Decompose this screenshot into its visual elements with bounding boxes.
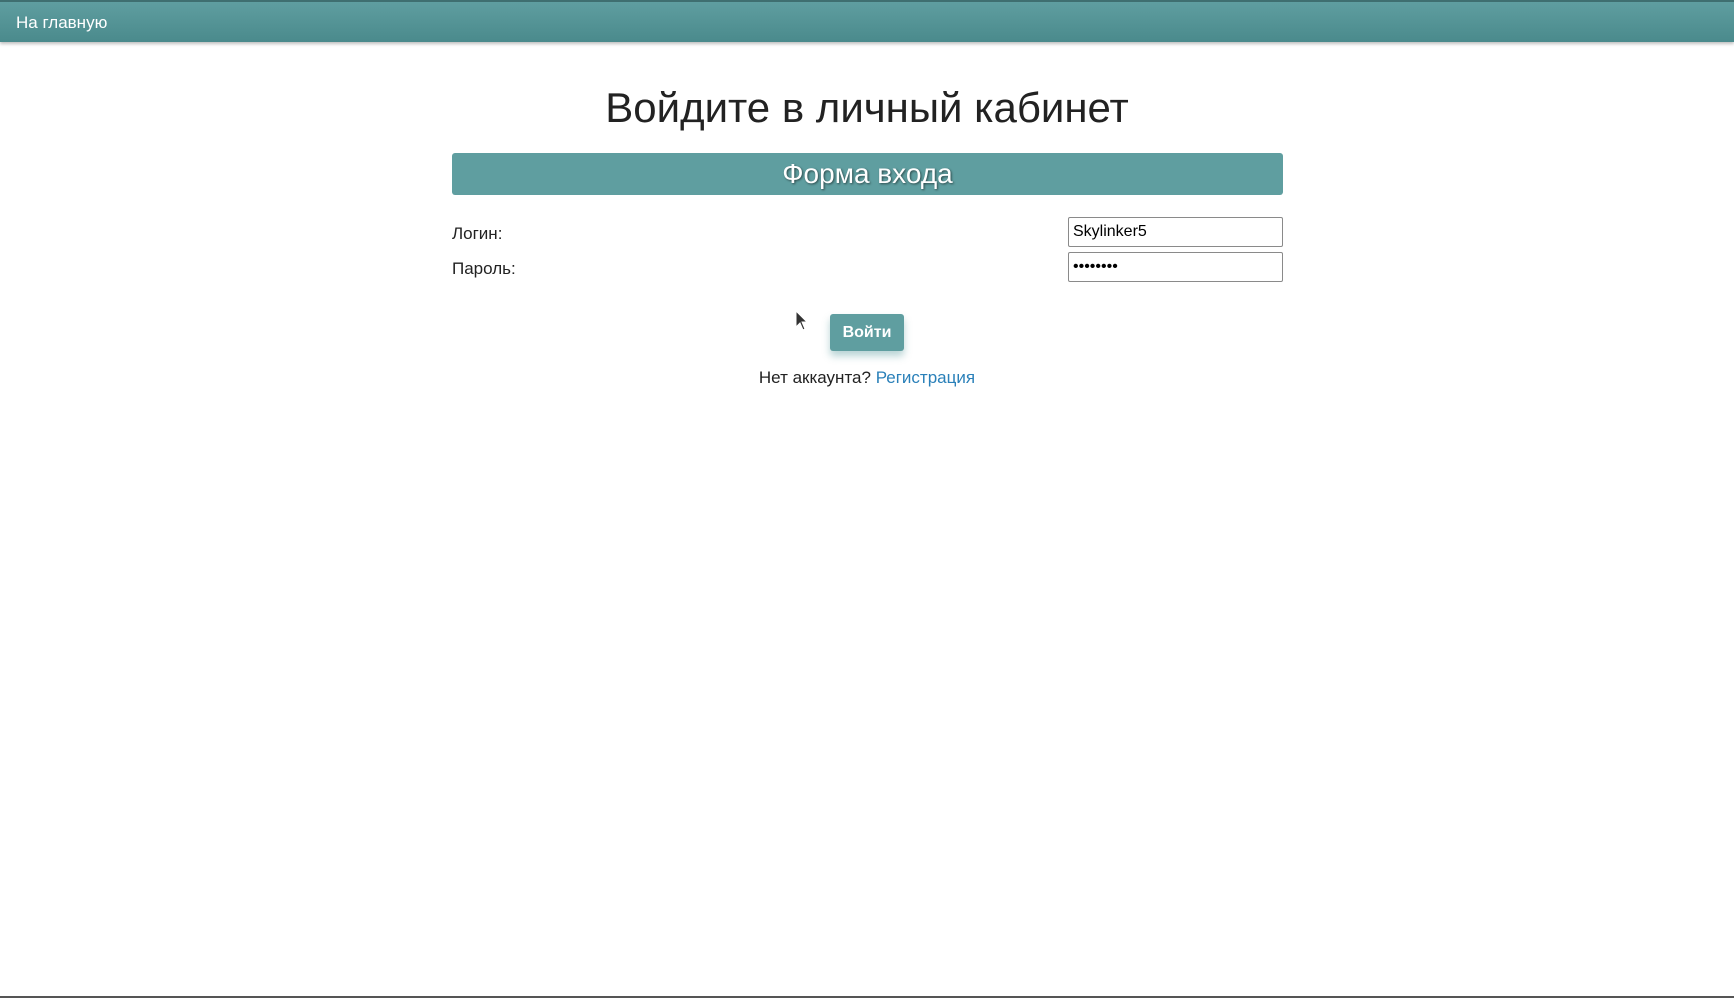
- register-prompt: Нет аккаунта?: [758, 368, 871, 387]
- page-title: Войдите в личный кабинет: [605, 84, 1129, 131]
- home-link[interactable]: На главную: [16, 13, 107, 33]
- login-label: Логин:: [452, 224, 503, 243]
- form-header: Форма входа: [452, 153, 1283, 195]
- password-row: Пароль:: [452, 252, 1283, 287]
- mouse-cursor-icon: [795, 310, 809, 331]
- login-form: Форма входа Логин: Пароль:: [452, 153, 1283, 287]
- top-nav-bar: На главную: [0, 0, 1734, 42]
- password-label: Пароль:: [452, 259, 516, 278]
- register-link[interactable]: Регистрация: [876, 368, 975, 387]
- password-input[interactable]: [1068, 252, 1283, 282]
- login-row: Логин:: [452, 217, 1283, 252]
- register-line: Нет аккаунта? Регистрация: [0, 368, 1734, 388]
- login-input[interactable]: [1068, 217, 1283, 247]
- login-button[interactable]: Войти: [830, 314, 904, 351]
